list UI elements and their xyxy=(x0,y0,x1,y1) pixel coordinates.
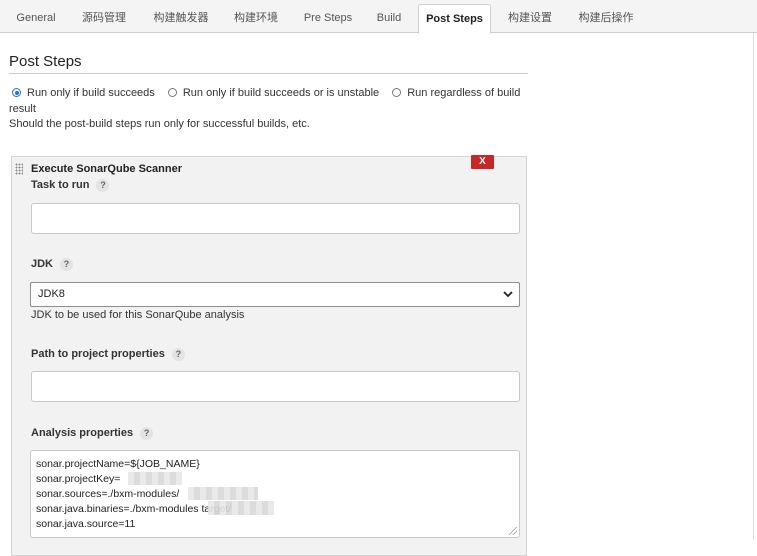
jdk-selected-value: JDK8 xyxy=(38,288,65,300)
delete-builder-button[interactable]: X xyxy=(471,155,494,169)
tab-general[interactable]: General xyxy=(8,4,64,33)
analysis-line: sonar.projectName=${JOB_NAME} xyxy=(36,458,200,470)
field-label-text: Task to run xyxy=(31,179,90,191)
analysis-line: sonar.projectKey= xyxy=(36,473,121,485)
project-properties-path-label: Path to project properties? xyxy=(31,348,185,361)
tab-build-settings[interactable]: 构建设置 xyxy=(498,4,562,33)
builder-title: Execute SonarQube Scanner xyxy=(31,163,182,175)
run-condition-help: Should the post-build steps run only for… xyxy=(9,118,310,130)
drag-handle-icon[interactable] xyxy=(15,163,23,175)
radio-button[interactable] xyxy=(392,88,402,97)
field-label-text: Analysis properties xyxy=(31,427,134,439)
tab-pre-steps[interactable]: Pre Steps xyxy=(296,4,360,33)
radio-option-succeeds-or-unstable[interactable]: Run only if build succeeds or is unstabl… xyxy=(162,87,379,99)
help-icon[interactable]: ? xyxy=(140,427,154,440)
radio-button-checked[interactable] xyxy=(12,88,21,97)
analysis-line: sonar.java.source=11 xyxy=(36,518,136,530)
project-properties-path-input[interactable] xyxy=(31,371,520,402)
section-title: Post Steps xyxy=(9,53,82,70)
field-label-text: JDK xyxy=(31,258,54,270)
section-divider xyxy=(9,73,528,74)
run-condition-options: Run only if build succeeds Run only if b… xyxy=(9,85,529,117)
radio-label: Run only if build succeeds or is unstabl… xyxy=(182,87,380,99)
tab-source-control[interactable]: 源码管理 xyxy=(74,4,134,33)
tab-post-build-actions[interactable]: 构建后操作 xyxy=(569,4,643,33)
help-icon[interactable]: ? xyxy=(171,348,185,361)
tab-build[interactable]: Build xyxy=(368,4,410,33)
tab-bar: General 源码管理 构建触发器 构建环境 Pre Steps Build … xyxy=(0,0,757,34)
analysis-line: sonar.java.binaries=./bxm-modules target… xyxy=(36,503,232,515)
radio-option-succeeds[interactable]: Run only if build succeeds xyxy=(9,87,155,99)
radio-button[interactable] xyxy=(167,88,177,97)
task-to-run-label: Task to run? xyxy=(31,179,110,192)
tab-build-environment[interactable]: 构建环境 xyxy=(226,4,286,33)
jdk-label: JDK? xyxy=(31,258,74,271)
help-icon[interactable]: ? xyxy=(60,258,74,271)
jdk-description: JDK to be used for this SonarQube analys… xyxy=(31,309,245,321)
analysis-properties-textarea[interactable]: sonar.projectName=${JOB_NAME} sonar.proj… xyxy=(30,450,520,538)
help-icon[interactable]: ? xyxy=(96,179,110,192)
analysis-line: sonar.sources=./bxm-modules/ xyxy=(36,488,180,500)
analysis-properties-label: Analysis properties? xyxy=(31,427,154,440)
redacted-region xyxy=(128,472,182,485)
radio-label: Run only if build succeeds xyxy=(27,87,155,99)
redacted-region xyxy=(188,487,258,500)
field-label-text: Path to project properties xyxy=(31,348,165,360)
content-divider xyxy=(753,33,754,540)
redacted-region xyxy=(208,501,274,515)
chevron-down-icon xyxy=(503,283,513,315)
task-to-run-input[interactable] xyxy=(31,203,520,234)
tab-build-triggers[interactable]: 构建触发器 xyxy=(144,4,218,33)
jdk-select[interactable]: JDK8 xyxy=(30,282,520,307)
tab-post-steps[interactable]: Post Steps xyxy=(418,4,491,34)
resize-grip-icon[interactable] xyxy=(509,527,517,535)
